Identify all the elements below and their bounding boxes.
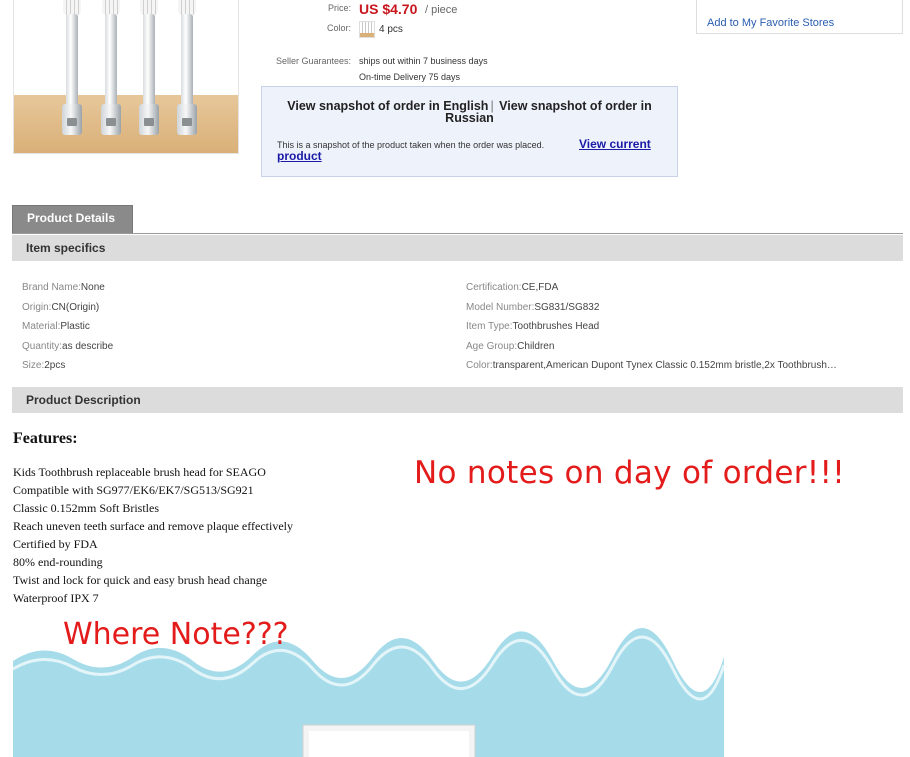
spec-brand-name: Brand Name:None	[22, 282, 105, 293]
guarantee-shipping: ships out within 7 business days	[359, 56, 488, 66]
seller-guarantees-label: Seller Guarantees:	[275, 56, 351, 66]
annotation-no-notes: No notes on day of order!!!	[414, 455, 845, 491]
spec-color: Color:transparent,American Dupont Tynex …	[466, 360, 837, 371]
view-current-wrapper: View current product	[277, 138, 672, 162]
annotation-where-note: Where Note???	[63, 617, 289, 652]
brush-head-image	[62, 0, 82, 135]
spec-size: Size:2pcs	[22, 360, 66, 371]
price-unit: / piece	[425, 4, 458, 16]
view-current-product-link[interactable]: View current product	[277, 137, 651, 163]
snapshot-links: View snapshot of order in English | View …	[262, 100, 677, 125]
feature-item: Kids Toothbrush replaceable brush head f…	[13, 465, 266, 479]
feature-item: 80% end-rounding	[13, 555, 103, 569]
feature-item: Certified by FDA	[13, 537, 98, 551]
product-image[interactable]	[13, 0, 239, 154]
feature-item: Twist and lock for quick and easy brush …	[13, 573, 268, 587]
store-box: Add to My Favorite Stores	[696, 0, 903, 34]
color-swatch[interactable]	[359, 21, 375, 38]
feature-item: Classic 0.152mm Soft Bristles	[13, 501, 160, 515]
guarantee-delivery: On-time Delivery 75 days	[359, 72, 461, 82]
color-value: 4 pcs	[379, 24, 403, 35]
color-label: Color:	[326, 23, 351, 33]
add-favorite-store-link[interactable]: Add to My Favorite Stores	[707, 17, 834, 29]
spec-model-number: Model Number:SG831/SG832	[466, 302, 600, 313]
features-list: Kids Toothbrush replaceable brush head f…	[13, 463, 293, 607]
feature-item: Reach uneven teeth surface and remove pl…	[13, 519, 293, 533]
price-label: Price:	[327, 3, 351, 13]
price-value: US $4.70	[359, 1, 418, 17]
spec-age-group: Age Group:Children	[466, 341, 555, 352]
item-specifics-header: Item specifics	[12, 235, 903, 261]
snapshot-box: View snapshot of order in English | View …	[261, 86, 678, 177]
spec-quantity: Quantity:as describe	[22, 341, 114, 352]
feature-item: Compatible with SG977/EK6/EK7/SG513/SG92…	[13, 483, 254, 497]
brush-head-image	[101, 0, 121, 135]
brush-head-image	[177, 0, 197, 135]
spec-material: Material:Plastic	[22, 321, 90, 332]
spec-origin: Origin:CN(Origin)	[22, 302, 100, 313]
spec-certification: Certification:CE,FDA	[466, 282, 559, 293]
tab-divider	[12, 233, 903, 234]
brush-head-image	[139, 0, 159, 135]
product-description-header: Product Description	[12, 387, 903, 413]
features-title: Features:	[13, 430, 78, 447]
spec-item-type: Item Type:Toothbrushes Head	[466, 321, 600, 332]
feature-item: Waterproof IPX 7	[13, 591, 99, 605]
tab-product-details[interactable]: Product Details	[12, 205, 133, 234]
